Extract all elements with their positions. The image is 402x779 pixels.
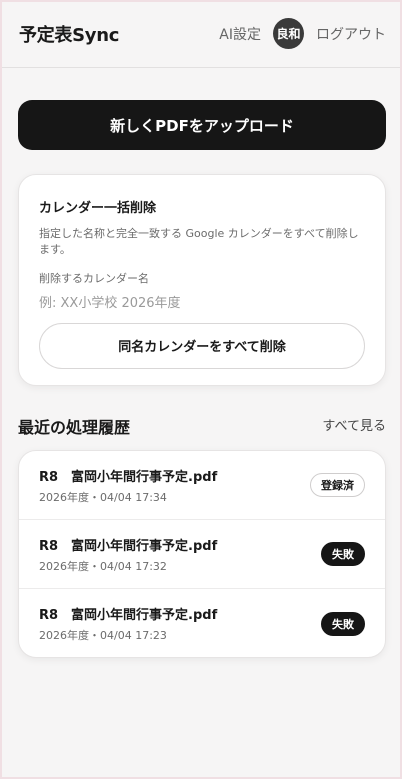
history-list: R8 富岡小年間行事予定.pdf 2026年度・04/04 17:34 登録済 …	[18, 450, 386, 658]
status-badge: 失敗	[321, 611, 365, 636]
status-badge: 失敗	[321, 542, 365, 566]
app-header: 予定表Sync AI設定 良和 ログアウト	[0, 0, 402, 68]
logout-link[interactable]: ログアウト	[316, 24, 386, 44]
header-actions: AI設定 良和 ログアウト	[219, 18, 386, 49]
history-item-text: R8 富岡小年間行事予定.pdf 2026年度・04/04 17:23	[39, 604, 321, 643]
app-title: 予定表Sync	[19, 24, 120, 46]
bulk-delete-title: カレンダー一括削除	[39, 201, 157, 216]
ai-settings-link[interactable]: AI設定	[219, 24, 261, 44]
history-item-meta: 2026年度・04/04 17:23	[39, 629, 167, 642]
delete-calendars-button[interactable]: 同名カレンダーをすべて削除	[39, 322, 365, 369]
avatar[interactable]: 良和	[273, 18, 304, 49]
see-all-link[interactable]: すべて見る	[322, 415, 386, 434]
history-item-title: R8 富岡小年間行事予定.pdf	[39, 469, 218, 485]
history-item[interactable]: R8 富岡小年間行事予定.pdf 2026年度・04/04 17:32 失敗	[19, 520, 385, 589]
history-item-title: R8 富岡小年間行事予定.pdf	[39, 608, 218, 623]
history-item-title: R8 富岡小年間行事予定.pdf	[39, 538, 218, 554]
calendar-name-input[interactable]	[39, 293, 365, 314]
history-title: 最近の処理履歴	[18, 418, 131, 437]
upload-pdf-button[interactable]: 新しくPDFをアップロード	[18, 100, 386, 150]
history-item[interactable]: R8 富岡小年間行事予定.pdf 2026年度・04/04 17:34 登録済	[19, 451, 385, 520]
history-item-meta: 2026年度・04/04 17:34	[39, 490, 167, 504]
history-item[interactable]: R8 富岡小年間行事予定.pdf 2026年度・04/04 17:23 失敗	[19, 589, 385, 657]
history-item-text: R8 富岡小年間行事予定.pdf 2026年度・04/04 17:34	[39, 466, 310, 505]
history-item-text: R8 富岡小年間行事予定.pdf 2026年度・04/04 17:32	[39, 535, 321, 574]
history-item-meta: 2026年度・04/04 17:32	[39, 559, 167, 573]
bulk-delete-description: 指定した名称と完全一致する Google カレンダーをすべて削除します。	[39, 227, 359, 256]
status-badge: 登録済	[310, 473, 365, 497]
bulk-delete-card: カレンダー一括削除 指定した名称と完全一致する Google カレンダーをすべて…	[18, 174, 386, 386]
calendar-name-label: 削除するカレンダー名	[39, 272, 149, 285]
